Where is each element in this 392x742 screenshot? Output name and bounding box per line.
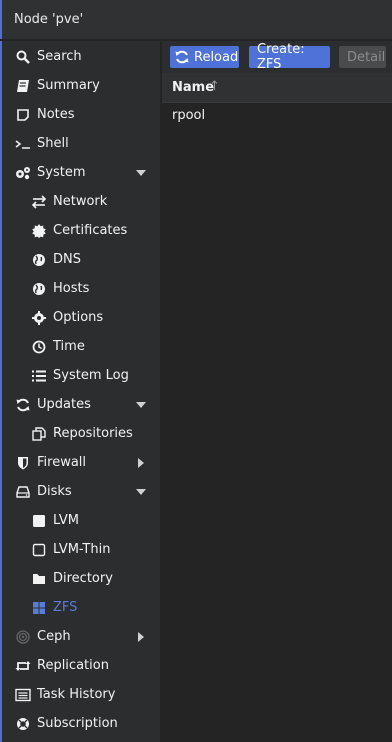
sidebar-item-shell[interactable]: Shell [2,129,160,158]
sidebar-item-label: Hosts [53,281,90,296]
sidebar-item-dns[interactable]: DNS [2,245,160,274]
chevron-down-icon[interactable] [136,401,146,408]
sidebar-item-label: Replication [37,658,109,673]
refresh-icon [175,50,189,64]
certificate-icon [31,223,47,239]
sidebar-item-label: Notes [37,107,75,122]
refresh-icon [15,397,31,413]
folder-icon [31,571,47,587]
sidebar-item-lvm-thin[interactable]: LVM-Thin [2,535,160,564]
book-icon [15,78,31,94]
reload-button-label: Reload [194,49,239,65]
sidebar-item-label: Repositories [53,426,133,441]
sidebar-item-lvm[interactable]: LVM [2,506,160,535]
chevron-right-icon[interactable] [138,631,144,642]
sidebar-item-label: System Log [53,368,129,383]
grid-header: Name ↑ [162,73,392,103]
chevron-down-icon[interactable] [136,488,146,495]
sidebar-item-label: ZFS [53,600,78,615]
support-icon [15,716,31,732]
note-icon [15,107,31,123]
sidebar-item-updates[interactable]: Updates [2,390,160,419]
detail-button-label: Detail [347,49,386,65]
sidebar-item-time[interactable]: Time [2,332,160,361]
th-large-icon [31,600,47,616]
sidebar-item-label: Ceph [37,629,71,644]
terminal-icon [15,136,31,152]
shield-icon [15,455,31,471]
list-alt-icon [15,687,31,703]
files-icon [31,426,47,442]
sidebar-item-subscription[interactable]: Subscription [2,709,160,738]
chevron-down-icon[interactable] [136,169,146,176]
sidebar-item-label: System [37,165,86,180]
exchange-icon [31,194,47,210]
search-icon [15,49,31,65]
square-outline-icon [31,542,47,558]
sidebar-item-notes[interactable]: Notes [2,100,160,129]
sidebar-item-ceph[interactable]: Ceph [2,622,160,651]
sidebar-item-system-log[interactable]: System Log [2,361,160,390]
sidebar-item-label: Task History [37,687,116,702]
sidebar-item-zfs[interactable]: ZFS [2,593,160,622]
list-icon [31,368,47,384]
sidebar-item-certificates[interactable]: Certificates [2,216,160,245]
hdd-icon [15,484,31,500]
sidebar-item-label: Disks [37,484,72,499]
sidebar-item-directory[interactable]: Directory [2,564,160,593]
sidebar-item-replication[interactable]: Replication [2,651,160,680]
globe-icon [31,252,47,268]
reload-button[interactable]: Reload [170,46,239,68]
clock-icon [31,339,47,355]
sidebar-item-search[interactable]: Search [2,42,160,71]
sidebar-item-label: DNS [53,252,81,267]
sidebar-item-label: Subscription [37,716,118,731]
title-bar: Node 'pve' [0,0,392,39]
table-cell-name: rpool [172,108,206,123]
globe-icon [31,281,47,297]
sidebar-item-disks[interactable]: Disks [2,477,160,506]
column-header-name[interactable]: Name [172,80,214,95]
sidebar-item-task-history[interactable]: Task History [2,680,160,709]
sidebar-item-repositories[interactable]: Repositories [2,419,160,448]
sidebar-item-label: Shell [37,136,69,151]
sidebar-item-summary[interactable]: Summary [2,71,160,100]
table-row[interactable]: rpool [162,103,392,129]
sidebar-item-label: Options [53,310,104,325]
sidebar-nav: Search Summary Notes Shell System Networ… [0,41,160,742]
page-title: Node 'pve' [14,12,84,27]
sidebar-item-label: Time [53,339,85,354]
sidebar-item-label: Firewall [37,455,87,470]
sidebar-item-label: Summary [37,78,100,93]
create-zfs-button[interactable]: Create: ZFS [249,42,330,72]
sort-asc-icon: ↑ [209,79,220,94]
create-zfs-button-label: Create: ZFS [257,42,305,72]
retweet-icon [15,658,31,674]
sidebar-item-label: LVM-Thin [53,542,111,557]
sidebar-item-label: LVM [53,513,79,528]
sidebar-item-label: Directory [53,571,113,586]
sidebar-item-system[interactable]: System [2,158,160,187]
detail-button[interactable]: Detail [339,46,386,68]
ceph-icon [15,629,31,645]
sidebar-item-label: Search [37,49,82,64]
sidebar-item-network[interactable]: Network [2,187,160,216]
sidebar-item-label: Certificates [53,223,128,238]
sidebar-item-label: Updates [37,397,91,412]
sidebar-item-hosts[interactable]: Hosts [2,274,160,303]
square-icon [31,513,47,529]
zfs-panel: Reload Create: ZFS Detail Name ↑ rpool [162,41,392,742]
sidebar-item-options[interactable]: Options [2,303,160,332]
toolbar: Reload Create: ZFS Detail [162,41,392,73]
sidebar-item-label: Network [53,194,108,209]
sidebar-item-firewall[interactable]: Firewall [2,448,160,477]
gear-icon [31,310,47,326]
chevron-right-icon[interactable] [138,457,144,468]
cogs-icon [15,165,31,181]
